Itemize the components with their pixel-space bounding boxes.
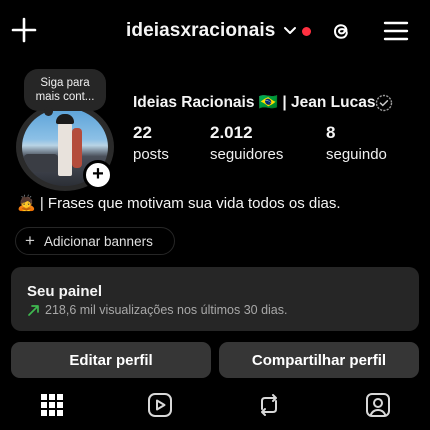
add-story-button[interactable]: +: [83, 160, 113, 190]
stat-value: 2.012: [210, 123, 253, 142]
stat-label: seguindo: [326, 146, 387, 163]
stat-label: posts: [133, 146, 169, 163]
stat-followers[interactable]: 2.012 seguidores: [210, 123, 283, 163]
dashboard-title: Seu painel: [27, 283, 103, 300]
chevron-down-icon[interactable]: [283, 24, 297, 38]
stat-posts[interactable]: 22 posts: [133, 123, 169, 163]
stat-value: 22: [133, 123, 152, 142]
add-banners-button[interactable]: + Adicionar banners: [15, 227, 175, 255]
note-line-1: Siga para: [40, 77, 90, 89]
note-bubble[interactable]: Siga para mais cont...: [24, 69, 106, 111]
trend-up-icon: [28, 305, 39, 316]
display-name: Ideias Racionais 🇧🇷 | Jean Lucas: [133, 94, 376, 111]
bio-text: 🙇 | Frases que motivam sua vida todos os…: [17, 195, 341, 212]
reposts-icon[interactable]: [256, 392, 282, 418]
stat-value: 8: [326, 123, 336, 142]
note-tail: [44, 107, 53, 116]
note-line-2: mais cont...: [35, 91, 95, 103]
verified-badge-icon[interactable]: [375, 94, 393, 112]
tagged-icon[interactable]: [365, 392, 391, 418]
add-banners-label: Adicionar banners: [44, 234, 153, 249]
menu-icon[interactable]: [383, 19, 409, 43]
share-profile-button[interactable]: Compartilhar perfil: [219, 342, 419, 378]
dashboard-subtitle: 218,6 mil visualizações nos últimos 30 d…: [45, 303, 288, 317]
edit-profile-button[interactable]: Editar perfil: [11, 342, 211, 378]
grid-icon[interactable]: [39, 392, 65, 418]
notification-dot: [302, 27, 311, 36]
plus-icon[interactable]: [10, 16, 38, 44]
stat-label: seguidores: [210, 146, 284, 163]
username-title[interactable]: ideiasxracionais: [126, 20, 275, 42]
reels-icon[interactable]: [147, 392, 173, 418]
threads-icon[interactable]: [329, 19, 353, 43]
plus-icon: +: [25, 231, 35, 250]
stat-following[interactable]: 8 seguindo: [326, 123, 387, 163]
